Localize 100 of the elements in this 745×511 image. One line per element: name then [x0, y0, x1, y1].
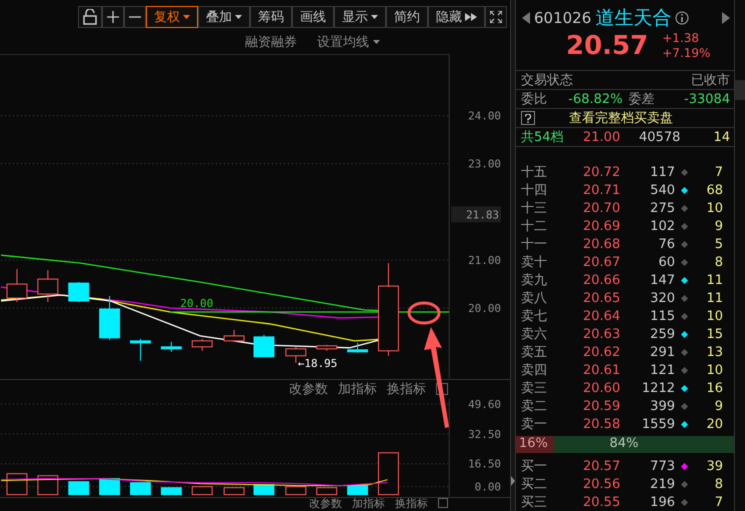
level-count: 15	[705, 326, 723, 342]
level-price: 20.65	[583, 290, 622, 306]
level-label: 买二	[521, 476, 548, 493]
toolbar-button[interactable]: 复权	[146, 6, 198, 28]
sell-ratio-bar: 16%	[516, 436, 554, 453]
level-count: 11	[705, 290, 723, 306]
level-volume: 320	[649, 290, 675, 306]
level-count: 16	[705, 380, 723, 396]
level-volume: 147	[649, 272, 675, 288]
level-count: 7	[714, 494, 723, 510]
level-price: 20.57	[583, 458, 622, 474]
level-volume: 540	[649, 182, 675, 198]
margin-trading-link[interactable]: 融资融券	[245, 32, 297, 51]
level-price: 20.63	[583, 326, 622, 342]
volume-bar	[285, 486, 306, 496]
level-count: 11	[705, 272, 723, 288]
level-price: 20.71	[583, 182, 622, 198]
level-price: 20.69	[583, 218, 622, 234]
level-volume: 76	[657, 236, 675, 252]
level-volume: 259	[649, 326, 675, 342]
level-count: 7	[714, 164, 723, 180]
status-label: 交易状态	[521, 72, 573, 89]
axis-label: 0.00	[474, 481, 502, 494]
axis-label: 49.60	[468, 399, 502, 412]
level-label: 十一	[521, 236, 548, 253]
level-volume: 773	[649, 458, 675, 474]
toolbar-button[interactable]: 筹码	[250, 6, 292, 28]
previous-arrow-icon[interactable]	[522, 12, 530, 24]
level-label: 卖六	[521, 326, 548, 343]
level-count: 10	[705, 200, 723, 216]
level-count: 10	[705, 308, 723, 324]
toolbar-button[interactable]: 显示	[334, 6, 386, 28]
handle-icon[interactable]	[511, 476, 515, 486]
next-arrow-icon[interactable]	[722, 12, 730, 24]
level-price: 20.64	[583, 308, 622, 324]
toolbar-button[interactable]: 隐藏	[428, 6, 485, 28]
full-order-book-link[interactable]: 查看完整档买卖盘	[569, 109, 673, 127]
caret-icon	[183, 15, 190, 19]
zoom-in-icon[interactable]	[102, 6, 124, 28]
candlestick	[254, 334, 274, 358]
indicator-action-link[interactable]: 换指标	[387, 380, 426, 398]
toolbar-button[interactable]: 画线	[292, 6, 334, 28]
level-price: 20.61	[583, 362, 622, 378]
level-label: 卖五	[521, 344, 548, 361]
candlestick	[68, 281, 90, 302]
axis-label: 24.00	[468, 110, 502, 123]
caret-icon	[373, 40, 380, 44]
indicator-action-link[interactable]: 改参数	[309, 498, 342, 510]
axis-label: 21.00	[468, 254, 502, 267]
level-label: 卖一	[521, 416, 548, 433]
indicator-action-link[interactable]: 加指标	[352, 498, 385, 510]
level-price: 20.72	[583, 164, 622, 180]
toolbar-button[interactable]: 叠加	[198, 6, 250, 28]
candlestick	[130, 338, 151, 362]
buy-ratio-label: 84%	[610, 436, 640, 453]
volume-bar	[160, 488, 182, 496]
price-line-label: 20.00	[180, 296, 214, 310]
volume-bar	[99, 478, 120, 496]
level-price: 20.66	[583, 272, 622, 288]
candlestick	[99, 295, 120, 340]
volume-bar	[192, 486, 213, 496]
level-label: 卖九	[521, 272, 548, 289]
level-count: 13	[705, 344, 723, 360]
level-volume: 115	[649, 308, 675, 324]
lock-icon[interactable]	[78, 6, 102, 28]
level-label: 十四	[521, 182, 548, 199]
info-icon[interactable]	[675, 11, 690, 25]
current-price-label: 21.83	[451, 206, 502, 222]
level-volume: 1559	[640, 416, 675, 432]
axis-label: 32.50	[468, 428, 502, 442]
ma-settings-dropdown[interactable]: 设置均线	[317, 32, 380, 51]
help-icon[interactable]	[521, 111, 535, 125]
zoom-out-icon[interactable]	[124, 6, 146, 28]
total-volume: 40578	[639, 130, 680, 144]
indicator-action-link[interactable]: 加指标	[338, 380, 377, 398]
price-change-percent: +7.19%	[662, 46, 710, 61]
level-label: 卖四	[521, 362, 548, 379]
fullscreen-icon[interactable]	[485, 6, 507, 28]
order-ratio-value: -68.82%	[567, 92, 623, 106]
level-label: 买三	[521, 494, 548, 511]
last-price: 20.57	[566, 31, 648, 61]
candlestick	[347, 342, 368, 354]
level-price: 20.60	[583, 380, 622, 396]
level-label: 卖三	[521, 380, 548, 397]
level-price: 20.62	[583, 344, 622, 360]
volume-bar	[347, 486, 368, 496]
volume-bar	[6, 474, 28, 496]
volume-bar	[130, 482, 151, 496]
toolbar-button[interactable]: 简约	[386, 6, 428, 28]
level-label: 买一	[521, 458, 548, 475]
close-icon[interactable]	[438, 498, 448, 508]
level-volume: 219	[649, 476, 675, 492]
level-volume: 291	[649, 344, 675, 360]
total-levels-label: 共54档	[521, 129, 565, 146]
level-volume: 121	[649, 362, 675, 378]
level-price: 20.70	[583, 200, 622, 216]
indicator-action-link[interactable]: 换指标	[395, 498, 428, 510]
volume-bar	[254, 484, 274, 496]
indicator-action-link[interactable]: 改参数	[289, 380, 328, 398]
level-price: 20.55	[583, 494, 622, 510]
